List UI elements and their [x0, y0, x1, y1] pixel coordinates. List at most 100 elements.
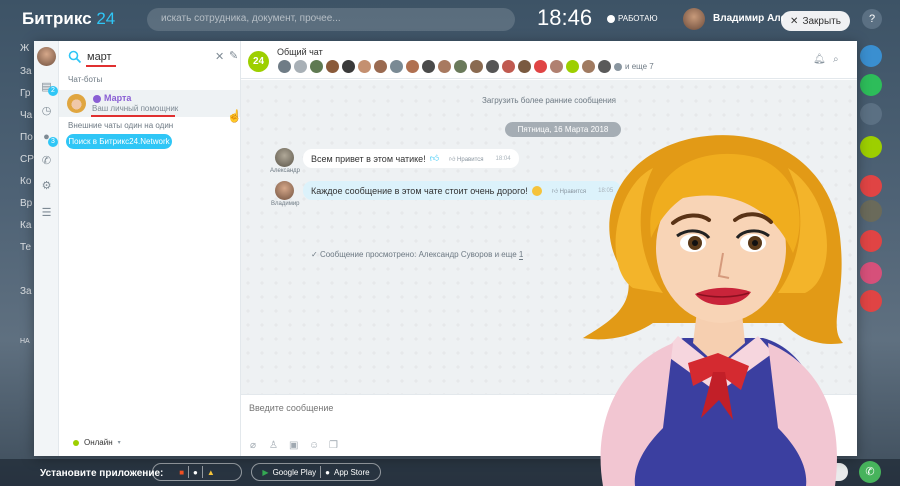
desktop-apps-button[interactable]: ■ ● ▲: [152, 463, 242, 481]
message-author[interactable]: Владимир: [271, 201, 300, 207]
message-input[interactable]: [249, 400, 579, 416]
recent-list-panel: ✕ ✎ Чат-боты Марта Ваш личный помощник ☝…: [59, 41, 242, 456]
online-dot-icon: [73, 439, 79, 446]
notes-icon[interactable]: ☰: [40, 207, 53, 220]
chats-badge: 2: [48, 86, 58, 96]
result-name: Марта: [104, 93, 132, 103]
portal-menu-item[interactable]: Вр: [20, 198, 32, 209]
emoji-icon[interactable]: ☺: [309, 440, 319, 451]
description-highlight: [91, 115, 175, 117]
mobile-apps-button[interactable]: ▶ Google Play ● App Store: [251, 463, 381, 481]
member-avatar[interactable]: [438, 60, 451, 73]
help-icon[interactable]: ?: [862, 9, 882, 29]
member-avatar[interactable]: [374, 60, 387, 73]
portal-menu-item[interactable]: Ж: [20, 43, 29, 54]
general-chat-icon[interactable]: [860, 136, 882, 158]
more-members-link[interactable]: и еще 7: [625, 62, 654, 71]
member-avatar[interactable]: [294, 60, 307, 73]
portal-logo[interactable]: Битрикс 24: [22, 9, 115, 29]
portal-clock: 18:46: [537, 5, 593, 30]
member-avatar[interactable]: [518, 60, 531, 73]
mention-icon[interactable]: ♙: [269, 440, 278, 451]
member-avatar[interactable]: [358, 60, 371, 73]
phone-icon[interactable]: ✆: [40, 155, 53, 168]
lock-icon[interactable]: [860, 230, 882, 252]
member-avatar[interactable]: [342, 60, 355, 73]
portal-menu-item[interactable]: Ко: [20, 176, 31, 187]
messenger-search-input[interactable]: [87, 49, 207, 65]
portal-user-name[interactable]: Владимир Алфи...: [713, 13, 783, 24]
search-messages-icon[interactable]: ⌕: [833, 54, 839, 65]
author-avatar[interactable]: [275, 181, 294, 200]
messenger-search: ✕ ✎: [67, 49, 238, 67]
member-avatar[interactable]: [566, 60, 579, 73]
contact-avatar[interactable]: [860, 262, 882, 284]
hand-cursor-icon: ☝: [227, 109, 242, 123]
portal-menu-item[interactable]: Ча: [20, 110, 32, 121]
member-avatar[interactable]: [534, 60, 547, 73]
member-avatar[interactable]: [486, 60, 499, 73]
quote-icon[interactable]: ❐: [329, 440, 338, 451]
message-author[interactable]: Александр: [270, 168, 300, 174]
whatsapp-icon[interactable]: [860, 74, 882, 96]
portal-menu-item[interactable]: Ка: [20, 220, 31, 231]
portal-menu-item[interactable]: НА: [20, 338, 30, 345]
member-avatar[interactable]: [598, 60, 611, 73]
lock-icon[interactable]: [860, 290, 882, 312]
member-avatar[interactable]: [278, 60, 291, 73]
network-search-button[interactable]: Поиск в Битрикс24.Network: [66, 134, 172, 149]
chat-title[interactable]: Общий чат: [277, 47, 323, 57]
google-play-icon: ▶: [262, 467, 269, 477]
member-avatar[interactable]: [614, 63, 622, 71]
search-icon[interactable]: [860, 103, 882, 125]
portal-user-avatar[interactable]: [683, 8, 705, 30]
portal-search-input[interactable]: искать сотрудника, документ, прочее...: [147, 8, 515, 31]
notifications-icon[interactable]: [860, 45, 882, 67]
user-avatar[interactable]: [37, 47, 56, 66]
bot-icon: [93, 95, 101, 103]
portal-menu-item[interactable]: За: [20, 286, 32, 297]
message-time: 18:04: [495, 155, 511, 162]
search-icon: [68, 50, 82, 64]
member-avatar[interactable]: [550, 60, 563, 73]
work-status[interactable]: РАБОТАЮ: [607, 14, 658, 23]
contact-avatar[interactable]: [860, 200, 882, 222]
like-button[interactable]: 👍︎ Нравится: [449, 155, 483, 163]
portal-menu-item[interactable]: За: [20, 66, 32, 77]
member-avatar[interactable]: [582, 60, 595, 73]
bell-icon[interactable]: 🔔︎: [813, 54, 826, 65]
close-messenger-button[interactable]: ✕ Закрыть: [781, 11, 850, 31]
history-icon[interactable]: ◷: [40, 105, 53, 118]
member-avatar[interactable]: [422, 60, 435, 73]
seen-more-link[interactable]: 1: [518, 250, 524, 260]
portal-menu-item[interactable]: Те: [20, 242, 31, 253]
author-avatar[interactable]: [275, 148, 294, 167]
message-bubble: Всем привет в этом чатике! 👍︎ 👍︎ Нравитс…: [303, 149, 519, 168]
load-earlier-link[interactable]: Загрузить более ранние сообщения: [241, 96, 857, 105]
member-avatar[interactable]: [502, 60, 515, 73]
search-result-marta[interactable]: Марта Ваш личный помощник: [59, 90, 240, 117]
lock-icon[interactable]: [860, 175, 882, 197]
member-avatar[interactable]: [390, 60, 403, 73]
read-receipt: ✓ Сообщение просмотрено: Александр Сувор…: [311, 250, 524, 260]
windows-icon: ■: [179, 467, 185, 477]
settings-icon[interactable]: ⚙: [40, 180, 53, 193]
portal-menu-item[interactable]: СР: [20, 154, 34, 165]
member-avatar[interactable]: [470, 60, 483, 73]
portal-menu-item[interactable]: Гр: [20, 88, 30, 99]
file-icon[interactable]: ▣: [289, 440, 298, 451]
member-avatar[interactable]: [326, 60, 339, 73]
apple-icon: ●: [193, 467, 198, 477]
contacts-badge: 3: [48, 137, 58, 147]
mascot-illustration: [583, 135, 843, 486]
member-avatar[interactable]: [406, 60, 419, 73]
attach-icon[interactable]: ⌀: [250, 440, 256, 451]
messenger-sidebar: ▤ 2 ◷ ● 3 ✆ ⚙ ☰: [34, 41, 59, 456]
member-avatar[interactable]: [310, 60, 323, 73]
member-avatar[interactable]: [454, 60, 467, 73]
new-chat-icon[interactable]: ✎: [229, 49, 238, 62]
chat-avatar[interactable]: 24: [248, 51, 269, 72]
portal-menu-item[interactable]: По: [20, 132, 33, 143]
online-status[interactable]: Онлайн ▾: [73, 438, 121, 447]
clear-search-icon[interactable]: ✕: [215, 50, 224, 63]
